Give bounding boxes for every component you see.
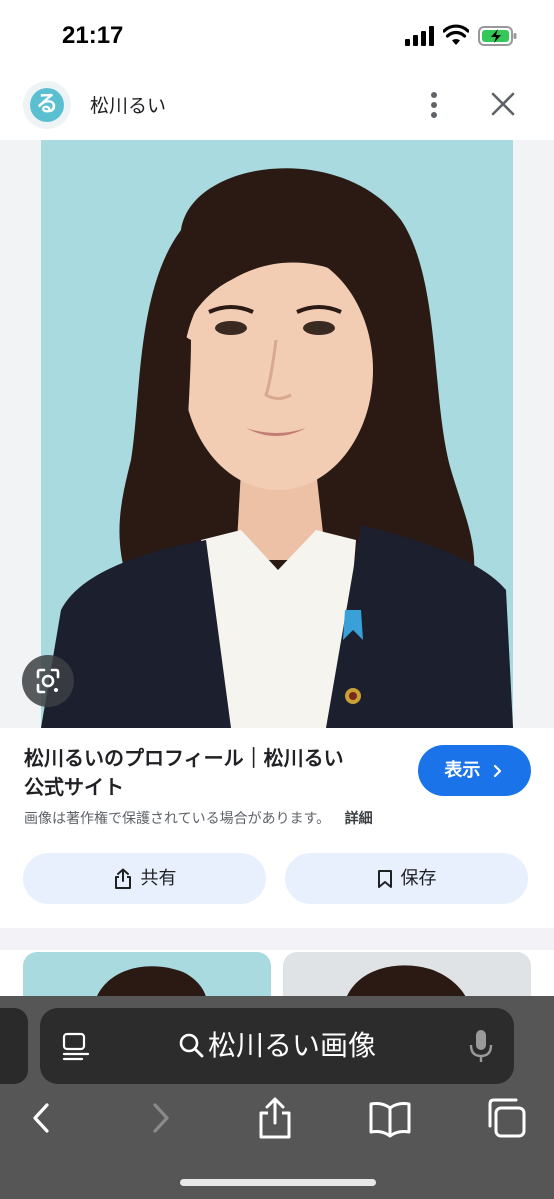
site-name[interactable]: 松川るい <box>90 91 166 118</box>
detail-link[interactable]: 詳細 <box>345 811 373 827</box>
browser-toolbar: 松川るい画像 <box>0 996 554 1199</box>
bookmarks-icon[interactable] <box>368 1096 412 1140</box>
home-indicator <box>180 1179 376 1186</box>
forward-icon[interactable] <box>138 1096 182 1140</box>
copyright-text: 画像は著作権で保護されている場合があります。 <box>24 811 331 827</box>
search-icon <box>179 1033 204 1058</box>
close-icon[interactable] <box>490 91 516 117</box>
view-button-label: 表示 <box>444 760 481 781</box>
share-button-label: 共有 <box>140 868 177 889</box>
save-button-label: 保存 <box>400 868 437 889</box>
image-viewer-header: る 松川るい <box>0 72 554 140</box>
clock: 21:17 <box>62 22 124 49</box>
result-title-line-1: 松川るいのプロフィール｜松川るい <box>24 746 344 770</box>
share-icon <box>114 868 131 889</box>
address-text: 松川るい画像 <box>207 1029 376 1062</box>
section-divider <box>0 928 554 950</box>
lens-search-button[interactable] <box>22 655 74 707</box>
microphone-icon[interactable] <box>468 1028 494 1064</box>
image-preview-area <box>0 140 554 728</box>
share-sheet-icon[interactable] <box>253 1096 297 1140</box>
share-button[interactable]: 共有 <box>23 853 266 904</box>
site-favicon-glyph: る <box>30 88 64 122</box>
battery-charging-icon <box>478 26 517 46</box>
result-info-panel: 松川るいのプロフィール｜松川るい 公式サイト 表示 画像は著作権で保護されている… <box>0 728 554 928</box>
previous-tab-preview[interactable] <box>0 1008 28 1084</box>
chevron-right-icon <box>493 764 501 778</box>
copyright-notice: 画像は著作権で保護されている場合があります。 詳細 <box>24 808 373 828</box>
lens-icon <box>36 668 60 694</box>
save-button[interactable]: 保存 <box>285 853 528 904</box>
cellular-signal-icon <box>405 26 434 46</box>
view-button[interactable]: 表示 <box>418 745 531 796</box>
site-favicon: る <box>23 81 71 129</box>
status-bar: 21:17 <box>0 0 554 72</box>
tabs-icon[interactable] <box>484 1096 528 1140</box>
result-title-line-2: 公式サイト <box>24 775 124 799</box>
more-options-icon[interactable] <box>424 90 444 120</box>
wifi-icon <box>443 24 469 45</box>
address-text-wrap: 松川るい画像 <box>40 1008 514 1084</box>
bookmark-icon <box>377 870 392 888</box>
back-icon[interactable] <box>20 1096 64 1140</box>
address-bar[interactable]: 松川るい画像 <box>40 1008 514 1084</box>
portrait-photo[interactable] <box>41 140 513 728</box>
portrait-illustration <box>41 140 513 728</box>
result-title[interactable]: 松川るいのプロフィール｜松川るい 公式サイト <box>24 744 404 802</box>
